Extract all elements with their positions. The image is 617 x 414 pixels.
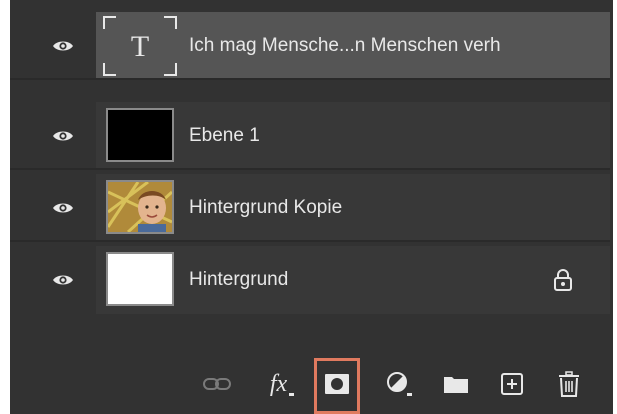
- photo-layer-thumbnail: [106, 180, 174, 234]
- layer-row-text[interactable]: T Ich mag Mensche...n Menschen verh: [10, 12, 610, 80]
- adjustment-layer-button[interactable]: [384, 364, 414, 404]
- lock-icon[interactable]: [553, 268, 573, 292]
- fx-icon: fx: [269, 370, 288, 397]
- eye-icon[interactable]: [52, 273, 74, 287]
- row-divider: [10, 168, 610, 170]
- layer-row-hintergrund[interactable]: Hintergrund: [10, 246, 610, 314]
- white-layer-thumbnail: [106, 252, 174, 306]
- add-mask-button[interactable]: [323, 364, 351, 404]
- half-circle-icon: [387, 372, 412, 396]
- layer-name[interactable]: Hintergrund: [189, 269, 288, 291]
- layers-toolbar: fx: [10, 356, 613, 414]
- plus-square-icon: [501, 373, 523, 395]
- trash-icon: [559, 371, 579, 397]
- photo-thumb-image: [108, 182, 172, 232]
- mask-icon: [325, 374, 349, 394]
- eye-icon[interactable]: [52, 39, 74, 53]
- dropdown-dot-icon: [289, 392, 295, 396]
- layers-panel: T Ich mag Mensche...n Menschen verh Eben…: [10, 0, 613, 414]
- layer-name[interactable]: Ich mag Mensche...n Menschen verh: [189, 35, 501, 57]
- row-divider: [10, 78, 610, 80]
- new-group-button[interactable]: [441, 364, 471, 404]
- link-layers-button[interactable]: [202, 364, 232, 404]
- layer-name[interactable]: Hintergrund Kopie: [189, 197, 342, 219]
- new-layer-button[interactable]: [498, 364, 526, 404]
- eye-icon[interactable]: [52, 129, 74, 143]
- layer-style-button[interactable]: fx: [262, 364, 302, 404]
- text-thumb-glyph: T: [131, 30, 149, 63]
- layer-name[interactable]: Ebene 1: [189, 125, 260, 147]
- folder-icon: [444, 377, 468, 393]
- layer-row-hintergrund-kopie[interactable]: Hintergrund Kopie: [10, 174, 610, 242]
- black-layer-thumbnail: [106, 108, 174, 162]
- link-icon: [203, 378, 231, 390]
- delete-layer-button[interactable]: [555, 364, 583, 404]
- eye-icon[interactable]: [52, 201, 74, 215]
- layer-row-ebene1[interactable]: Ebene 1: [10, 102, 610, 170]
- row-divider: [10, 240, 610, 242]
- text-layer-thumbnail: T: [103, 16, 177, 76]
